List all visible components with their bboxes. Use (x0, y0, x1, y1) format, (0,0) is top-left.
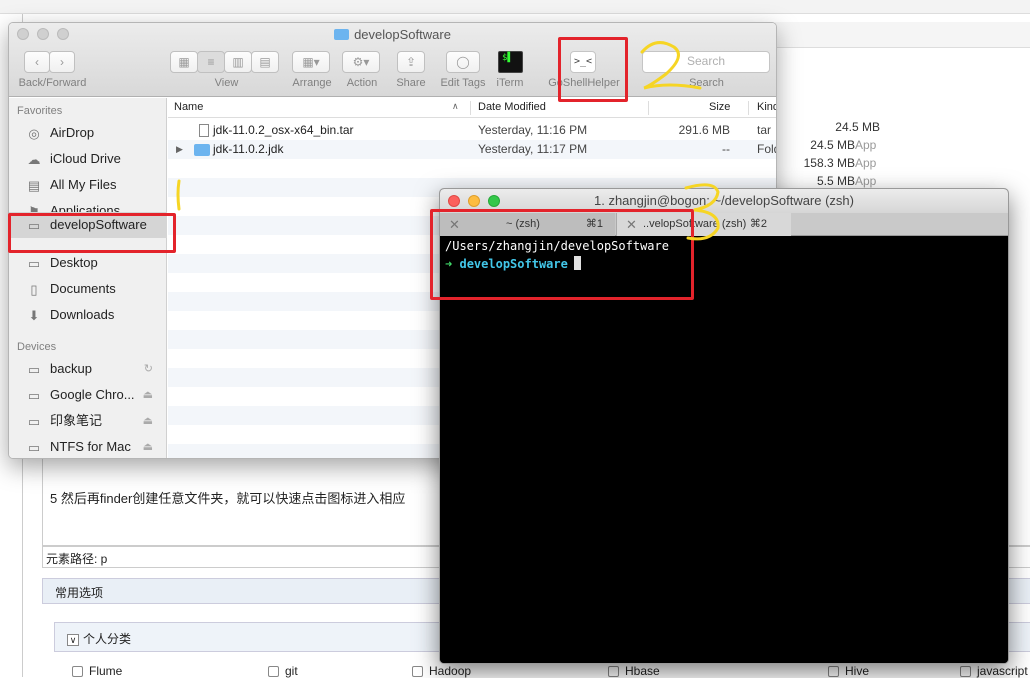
sidebar-item-desktop[interactable]: ▭ Desktop (9, 250, 167, 276)
tag-icon[interactable]: ◯ (446, 51, 480, 73)
desktop-icon: ▭ (27, 256, 41, 271)
checkbox-icon[interactable] (412, 666, 423, 678)
list-view-icon[interactable]: ≡ (197, 51, 225, 73)
checkbox-icon[interactable] (960, 666, 971, 678)
all-files-icon: ▤ (27, 178, 41, 193)
category-checkbox[interactable]: javascript (960, 664, 1028, 678)
column-size[interactable]: Size (709, 101, 730, 113)
bg-kind-cell: App (855, 156, 877, 170)
bg-size-cell: 24.5 MB (810, 138, 855, 152)
column-separator (748, 101, 749, 115)
close-button[interactable] (448, 195, 460, 207)
action-label: Action (346, 77, 378, 89)
sync-icon: ↻ (143, 363, 153, 375)
iterm-label: iTerm (496, 77, 524, 89)
background-top-bar (0, 0, 1030, 14)
column-date[interactable]: Date Modified (478, 101, 546, 113)
bg-size-cell: 158.3 MB (803, 156, 855, 170)
background-toolbar (775, 22, 1030, 48)
favorites-header: Favorites (17, 105, 63, 117)
category-checkbox[interactable]: Hbase (608, 664, 660, 678)
edit-tags-label: Edit Tags (440, 77, 486, 89)
arrange-label: Arrange (292, 77, 332, 89)
folder-icon (194, 144, 210, 156)
cover-flow-icon[interactable]: ▤ (251, 51, 279, 73)
download-icon: ⬇ (28, 308, 40, 323)
annotation-box-goshell (558, 37, 628, 102)
collapse-toggle-icon[interactable]: ∨ (67, 633, 79, 646)
column-separator (470, 101, 471, 115)
sidebar-item-downloads[interactable]: ⬇ Downloads (9, 302, 167, 328)
finder-sidebar: Favorites ◎ AirDrop ☁ iCloud Drive ▤ All My… (9, 98, 167, 458)
view-label: View (214, 77, 239, 89)
sidebar-item-backup[interactable]: ▭ backup ↻ (9, 356, 167, 382)
personal-category-label: 个人分类 (83, 632, 132, 646)
iterm-icon[interactable]: $▌ (498, 51, 523, 73)
annotation-number-3 (684, 183, 720, 241)
annotation-number-2 (640, 41, 702, 90)
eject-icon[interactable]: ⏏ (143, 408, 153, 434)
sidebar-item-all-files[interactable]: ▤ All My Files (9, 172, 167, 198)
share-icon[interactable]: ⇪ (397, 51, 425, 73)
icon-view-icon[interactable]: ▦ (170, 51, 198, 73)
minimize-button[interactable] (468, 195, 480, 207)
sidebar-item-icloud[interactable]: ☁ iCloud Drive (9, 146, 167, 172)
sidebar-item-yinxiang[interactable]: ▭ 印象笔记 ⏏ (9, 408, 167, 434)
table-row[interactable]: ▶ jdk-11.0.2.jdk Yesterday, 11:17 PM -- … (168, 140, 776, 159)
editor-paragraph: 5 然后再finder创建任意文件夹，就可以快速点击图标进入相应 (50, 491, 406, 506)
bg-size-cell: 24.5 MB (835, 120, 880, 134)
eject-icon[interactable]: ⏏ (143, 382, 153, 408)
forward-button[interactable]: › (49, 51, 75, 73)
sidebar-item-airdrop[interactable]: ◎ AirDrop (9, 120, 167, 146)
disk-icon: ▭ (27, 414, 41, 429)
arrange-icon[interactable]: ▦▾ (292, 51, 330, 73)
column-header: Name ∧ Date Modified Size Kind (168, 98, 776, 118)
file-icon (199, 124, 209, 137)
category-checkbox[interactable]: Hadoop (412, 664, 471, 678)
back-button[interactable]: ‹ (24, 51, 50, 73)
annotation-box-sidebar (8, 213, 176, 253)
column-view-icon[interactable]: ▥ (224, 51, 252, 73)
document-icon: ▯ (30, 282, 38, 297)
category-checkbox[interactable]: git (268, 664, 298, 678)
bg-kind-cell: App (855, 138, 877, 152)
annotation-box-terminal (430, 209, 694, 300)
sidebar-item-ntfs[interactable]: ▭ NTFS for Mac ⏏ (9, 434, 167, 458)
column-kind[interactable]: Kind (757, 101, 776, 113)
share-label: Share (396, 77, 426, 89)
table-row[interactable]: jdk-11.0.2_osx-x64_bin.tar Yesterday, 11… (168, 121, 776, 156)
sidebar-item-documents[interactable]: ▯ Documents (9, 276, 167, 302)
gear-icon[interactable]: ⚙▾ (342, 51, 380, 73)
checkbox-icon[interactable] (608, 666, 619, 678)
terminal-output[interactable]: /Users/zhangjin/developSoftware ➜ develo… (440, 236, 1008, 663)
disk-icon: ▭ (27, 440, 41, 455)
checkbox-icon[interactable] (72, 666, 83, 678)
checkbox-icon[interactable] (828, 666, 839, 678)
devices-header: Devices (17, 341, 57, 353)
applications-icon: ⚑ (28, 204, 40, 212)
background-file-table: 24.5 MB 24.5 MB 158.3 MB 5.5 MB App App … (775, 118, 880, 198)
zoom-button[interactable] (488, 195, 500, 207)
airdrop-icon: ◎ (28, 126, 40, 141)
column-separator (648, 101, 649, 115)
checkbox-icon[interactable] (268, 666, 279, 678)
category-checkbox[interactable]: Flume (72, 664, 122, 678)
category-checkbox[interactable]: Hive (828, 664, 869, 678)
disk-icon: ▭ (27, 388, 41, 403)
sort-chevron-icon: ∧ (452, 101, 459, 111)
column-name[interactable]: Name (174, 101, 203, 113)
annotation-number-1 (176, 179, 181, 211)
sidebar-item-google-chrome[interactable]: ▭ Google Chro... ⏏ (9, 382, 167, 408)
folder-icon (334, 29, 350, 40)
disclosure-triangle-icon[interactable]: ▶ (176, 140, 183, 159)
eject-icon[interactable]: ⏏ (143, 434, 153, 458)
back-forward-label: Back/Forward (18, 77, 87, 89)
sidebar-item-applications[interactable]: ⚑ Applications (9, 198, 167, 212)
disk-icon: ▭ (27, 362, 41, 377)
cloud-icon: ☁ (27, 152, 41, 167)
